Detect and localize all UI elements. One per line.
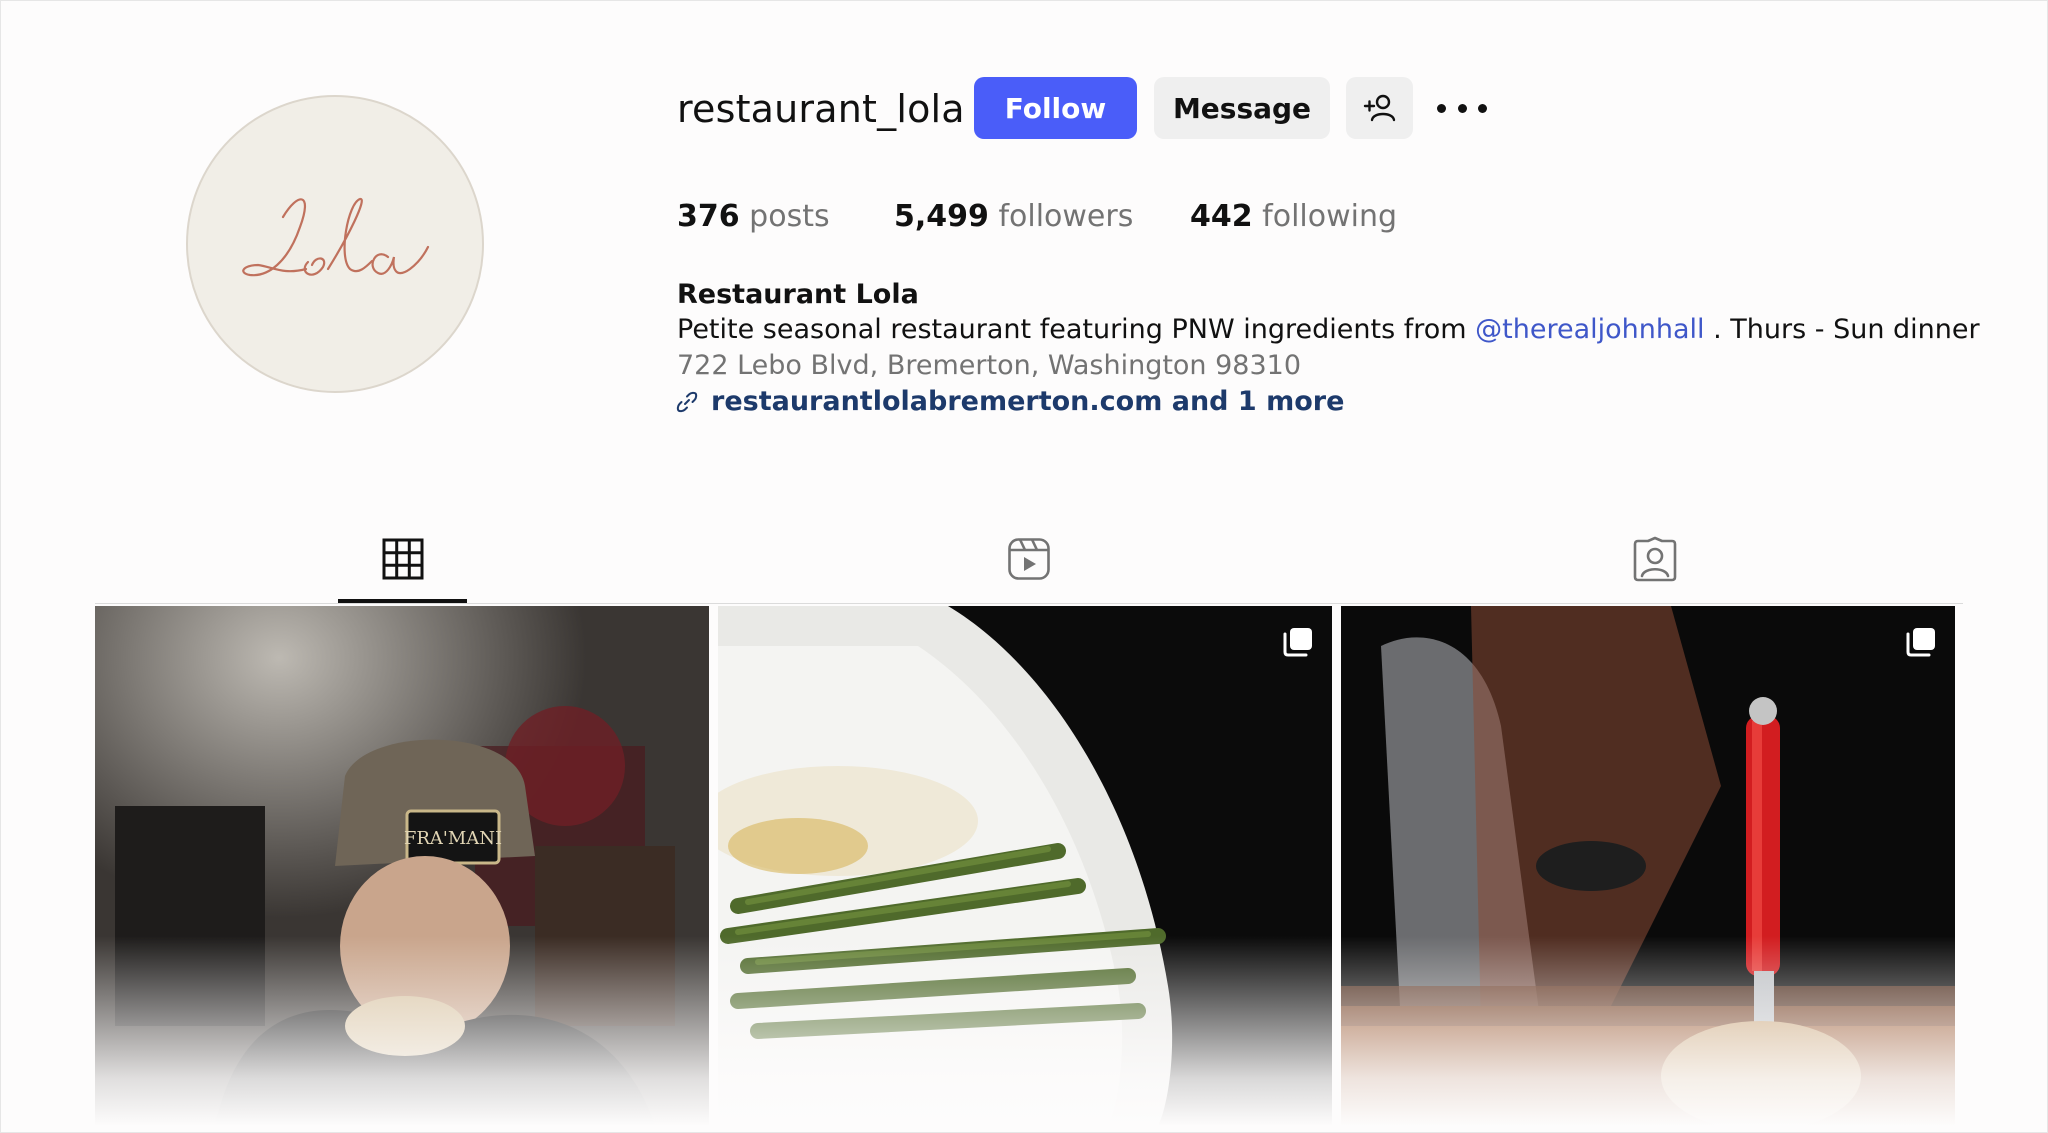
following-count-label: following (1262, 199, 1398, 234)
carousel-icon (1283, 628, 1312, 657)
person-plus-icon (1363, 94, 1395, 122)
bio-text-end: . Thurs - Sun dinner (1704, 314, 1980, 345)
tab-posts[interactable] (377, 533, 429, 585)
carousel-icon (1906, 628, 1935, 657)
bio-website-link[interactable]: restaurantlolabremerton.com and 1 more (675, 386, 1344, 417)
link-icon (676, 391, 698, 412)
posts-count: 376 posts (677, 199, 830, 234)
bio-website-text: restaurantlolabremerton.com and 1 more (711, 386, 1345, 417)
profile-page: restaurant_lola Follow Message 376 posts… (0, 0, 2048, 1133)
bio-mention-link[interactable]: @therealjohnhall (1475, 314, 1704, 345)
following-count-value: 442 (1190, 199, 1253, 234)
more-options-icon[interactable] (1437, 97, 1487, 119)
reels-icon (1008, 538, 1050, 580)
bio-text-start: Petite seasonal restaurant featuring PNW… (677, 314, 1476, 345)
followers-count-value: 5,499 (894, 199, 989, 234)
post-thumbnail[interactable]: FRA'MANI (95, 606, 709, 1126)
suggest-accounts-button[interactable] (1346, 77, 1413, 139)
following-count[interactable]: 442 following (1190, 199, 1397, 234)
image-fade (718, 936, 1332, 1126)
bio-display-name: Restaurant Lola (677, 279, 919, 310)
grid-icon (382, 538, 424, 580)
posts-count-label: posts (749, 199, 830, 234)
follow-button-label: Follow (1004, 91, 1107, 125)
bio-description: Petite seasonal restaurant featuring PNW… (677, 314, 1980, 345)
posts-count-value: 376 (677, 199, 740, 234)
post-thumbnail[interactable] (1341, 606, 1955, 1126)
lola-script-logo (242, 197, 430, 277)
image-fade (1341, 936, 1955, 1126)
more-dot (1478, 103, 1487, 113)
image-fade (95, 936, 709, 1126)
more-dot (1437, 103, 1446, 113)
followers-count-label: followers (998, 199, 1134, 234)
followers-count[interactable]: 5,499 followers (894, 199, 1133, 234)
tagged-icon (1633, 536, 1677, 582)
bio-address[interactable]: 722 Lebo Blvd, Bremerton, Washington 983… (677, 350, 1301, 381)
svg-text:FRA'MANI: FRA'MANI (404, 828, 502, 849)
active-tab-indicator (338, 599, 467, 603)
follow-button[interactable]: Follow (974, 77, 1137, 139)
tab-tagged[interactable] (1629, 533, 1681, 585)
profile-username: restaurant_lola (677, 87, 965, 131)
tabs-divider (95, 603, 1963, 604)
tab-reels[interactable] (1003, 533, 1055, 585)
message-button-label: Message (1172, 91, 1312, 125)
message-button[interactable]: Message (1154, 77, 1330, 139)
more-dot (1457, 103, 1467, 113)
profile-avatar[interactable] (186, 95, 484, 393)
post-thumbnail[interactable] (718, 606, 1332, 1126)
